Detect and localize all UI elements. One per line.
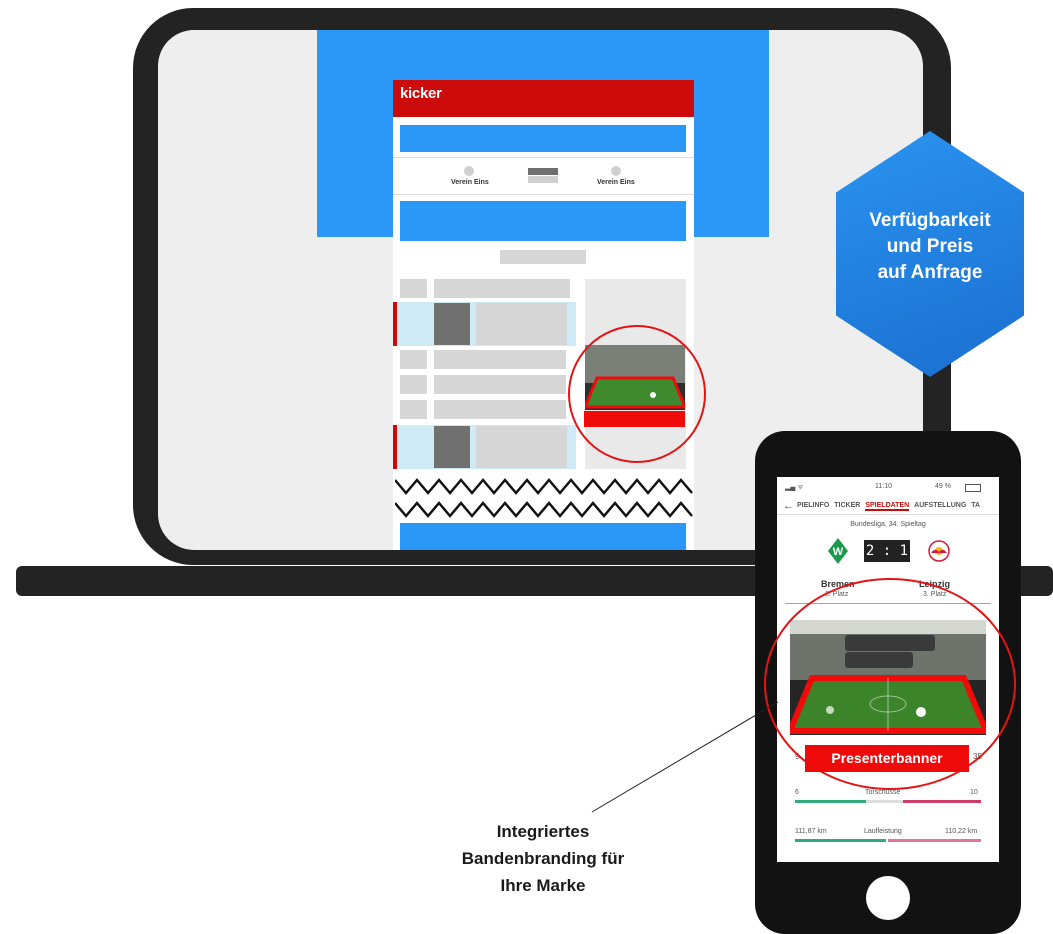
divider [393,157,694,158]
highlight-circle-small [568,325,706,463]
score-sub [528,176,558,183]
article-thumb [434,426,470,468]
score-box [528,168,558,175]
top-ad-banner [400,125,686,152]
article-text [476,303,567,345]
back-arrow-icon[interactable]: ← [783,500,794,512]
battery-label: 49 % [935,483,951,490]
tab-ticker[interactable]: TICKER [834,502,860,511]
league-label: Bundesliga, 34. Spieltag [850,521,926,528]
callout-text: Integriertes Bandenbranding für Ihre Mar… [461,822,625,895]
hexagon-text: Verfügbarkeit und Preis auf Anfrage [869,210,991,283]
zigzag-separator [395,478,693,518]
stat-distance-label: Laufleistung [864,828,902,835]
stat-shots-label: Torschüsse [865,789,901,796]
tab-spieldaten[interactable]: SPIELDATEN [865,502,910,511]
content-ad-banner [400,201,686,241]
stat-distance-left: 111,87 km [795,828,827,835]
bremen-crest-icon: W [828,538,848,564]
battery-icon [965,484,981,492]
team-logo-left [464,166,474,176]
list-line [434,400,566,419]
bottom-ad-banner [400,523,686,550]
tab-more[interactable]: TA [971,502,980,511]
tab-aufstellung[interactable]: AUFSTELLUNG [914,502,966,511]
stat-bar-home [795,800,866,803]
status-time: 11:10 [875,483,892,490]
stat-bar-away [888,839,981,842]
list-thumb [400,279,427,298]
list-line [434,279,570,298]
stat-bar-away [903,800,981,803]
row-marker [393,425,397,469]
stat-shots-right: 10 [970,789,978,796]
score-display: 2 : 1 [864,540,910,562]
tab-bar: PIELINFO TICKER SPIELDATEN AUFSTELLUNG T… [797,502,980,511]
home-button[interactable] [866,876,910,920]
signal-icon: ▂▄ ᯤ [785,484,804,491]
team-name-right: Verein Eins [597,179,635,186]
article-text [476,426,567,468]
tab-spielinfo[interactable]: PIELINFO [797,502,829,511]
list-thumb [400,400,427,419]
row-marker [393,302,397,346]
list-line [434,375,566,394]
svg-text:W: W [833,546,844,558]
stat-bar-gap [866,800,903,803]
stat-shots-left: 6 [795,789,799,796]
list-line [434,350,566,369]
kicker-header: kicker [393,80,694,117]
list-thumb [400,350,427,369]
divider [777,514,999,515]
stat-distance-right: 110,22 km [945,828,978,835]
divider [393,194,694,195]
placeholder-heading [500,250,586,264]
team-name-left: Verein Eins [451,179,489,186]
callout-line [591,701,779,813]
article-thumb [434,303,470,345]
stat-bar-home [795,839,886,842]
leipzig-crest-icon [928,540,950,562]
team-logo-right [611,166,621,176]
kicker-logo: kicker [400,85,442,102]
list-thumb [400,375,427,394]
presenter-banner: Presenterbanner [805,745,969,772]
